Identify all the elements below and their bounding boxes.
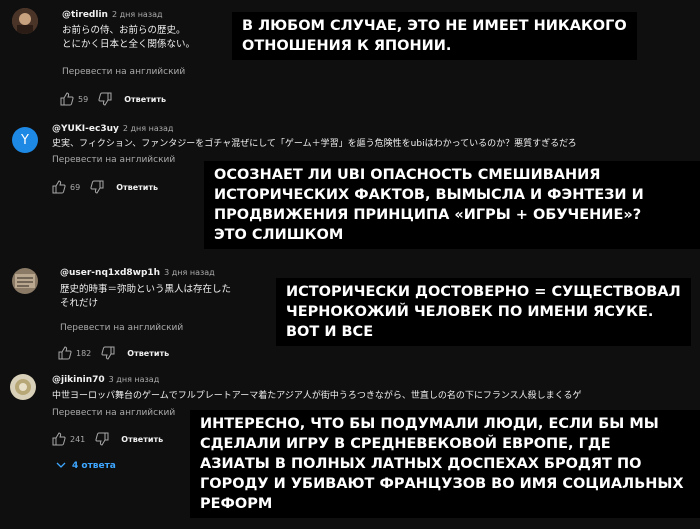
author-handle[interactable]: @jikinin70 bbox=[52, 375, 105, 385]
caption-line: Вот и все bbox=[286, 324, 374, 340]
caption-line: исторических фактов, вымысла и фэнтези и bbox=[214, 187, 644, 203]
thumb-down-icon[interactable] bbox=[95, 432, 109, 446]
thumb-down-icon[interactable] bbox=[101, 346, 115, 360]
avatar[interactable] bbox=[12, 268, 38, 294]
caption-line: Интересно, что бы подумали люди, если бы… bbox=[200, 416, 659, 432]
avatar[interactable]: Y bbox=[12, 127, 38, 153]
show-replies-button[interactable]: 4 ответа bbox=[56, 461, 116, 471]
comment-line: それだけ bbox=[60, 298, 99, 309]
comment-actions: 241 Ответить bbox=[52, 432, 163, 446]
reply-button[interactable]: Ответить bbox=[116, 183, 158, 192]
comment-time[interactable]: 2 дня назад bbox=[123, 124, 174, 133]
like-count: 241 bbox=[70, 434, 86, 444]
comment-line: とにかく日本と全く関係ない。 bbox=[62, 39, 196, 50]
replies-count[interactable]: 4 ответа bbox=[72, 461, 116, 471]
comment-author[interactable]: @tiredlin 2 дня назад bbox=[62, 10, 163, 20]
comment-time[interactable]: 3 дня назад bbox=[109, 375, 160, 384]
comment-author[interactable]: @jikinin70 3 дня назад bbox=[52, 375, 159, 385]
caption-line: Исторически достоверно = существовал bbox=[286, 284, 681, 300]
like-count: 182 bbox=[76, 348, 92, 358]
caption-line: отношения к Японии. bbox=[242, 38, 452, 54]
caption-line: В любом случае, это не имеет никакого bbox=[242, 18, 627, 34]
comment-actions: 59 Ответить bbox=[60, 92, 166, 106]
chevron-down-icon bbox=[56, 461, 66, 471]
translation-caption: Интересно, что бы подумали люди, если бы… bbox=[190, 410, 700, 518]
comment-line: お前らの侍、お前らの歴史。 bbox=[62, 25, 186, 36]
comment-actions: 182 Ответить bbox=[58, 346, 169, 360]
author-handle[interactable]: @YUKI-ec3uy bbox=[52, 124, 119, 134]
reply-button[interactable]: Ответить bbox=[121, 435, 163, 444]
comment-time[interactable]: 2 дня назад bbox=[112, 10, 163, 19]
caption-line: реформ bbox=[200, 496, 273, 512]
caption-line: чернокожий человек по имени Ясуке. bbox=[286, 304, 654, 320]
comment-text: 史実、フィクション、ファンタジーをゴチャ混ぜにして「ゲーム＋学習」を謳う危険性を… bbox=[52, 137, 692, 151]
avatar-letter: Y bbox=[21, 132, 29, 148]
caption-line: Это слишком bbox=[214, 227, 344, 243]
comment-line: 史実、フィクション、ファンタジーをゴチャ混ぜにして「ゲーム＋学習」を謳う危険性を… bbox=[52, 139, 577, 149]
thumb-down-icon[interactable] bbox=[98, 92, 112, 106]
avatar[interactable] bbox=[12, 8, 38, 34]
comment-time[interactable]: 3 дня назад bbox=[164, 268, 215, 277]
comment-text: 歴史的時事＝弥助という黒人は存在した それだけ bbox=[60, 283, 270, 311]
reply-button[interactable]: Ответить bbox=[124, 95, 166, 104]
translation-caption: Исторически достоверно = существовал чер… bbox=[276, 278, 691, 346]
comment-text: 中世ヨーロッパ舞台のゲームでフルプレートアーマ着たアジア人が街中うろつきながら、… bbox=[52, 389, 698, 403]
thumb-up-icon[interactable] bbox=[58, 346, 72, 360]
reply-button[interactable]: Ответить bbox=[127, 349, 169, 358]
comment-line: 歴史的時事＝弥助という黒人は存在した bbox=[60, 284, 232, 295]
thumb-up-icon[interactable] bbox=[52, 432, 66, 446]
like-count: 69 bbox=[70, 182, 81, 192]
author-handle[interactable]: @user-nq1xd8wp1h bbox=[60, 268, 160, 278]
translate-link[interactable]: Перевести на английский bbox=[62, 67, 185, 77]
caption-line: сделали игру в средневековой Европе, где bbox=[200, 436, 611, 452]
comment-author[interactable]: @YUKI-ec3uy 2 дня назад bbox=[52, 124, 173, 134]
caption-line: продвижения принципа «игры + обучение»? bbox=[214, 207, 642, 223]
translation-caption: В любом случае, это не имеет никакого от… bbox=[232, 12, 637, 60]
translation-caption: Осознает ли Ubi опасность смешивания ист… bbox=[204, 161, 700, 249]
thumb-up-icon[interactable] bbox=[60, 92, 74, 106]
translate-link[interactable]: Перевести на английский bbox=[52, 155, 175, 165]
caption-line: Осознает ли Ubi опасность смешивания bbox=[214, 167, 601, 183]
caption-line: азиаты в полных латных доспехах бродят п… bbox=[200, 456, 642, 472]
thumb-down-icon[interactable] bbox=[90, 180, 104, 194]
comment-line: 中世ヨーロッパ舞台のゲームでフルプレートアーマ着たアジア人が街中うろつきながら、… bbox=[52, 391, 582, 401]
comment-text: お前らの侍、お前らの歴史。 とにかく日本と全く関係ない。 bbox=[62, 24, 242, 52]
caption-line: городу и убивают французов во имя социал… bbox=[200, 476, 684, 492]
avatar[interactable] bbox=[10, 374, 36, 400]
comment-author[interactable]: @user-nq1xd8wp1h 3 дня назад bbox=[60, 268, 215, 278]
like-count: 59 bbox=[78, 94, 89, 104]
thumb-up-icon[interactable] bbox=[52, 180, 66, 194]
author-handle[interactable]: @tiredlin bbox=[62, 10, 108, 20]
translate-link[interactable]: Перевести на английский bbox=[52, 408, 175, 418]
translate-link[interactable]: Перевести на английский bbox=[60, 323, 183, 333]
comment-actions: 69 Ответить bbox=[52, 180, 158, 194]
